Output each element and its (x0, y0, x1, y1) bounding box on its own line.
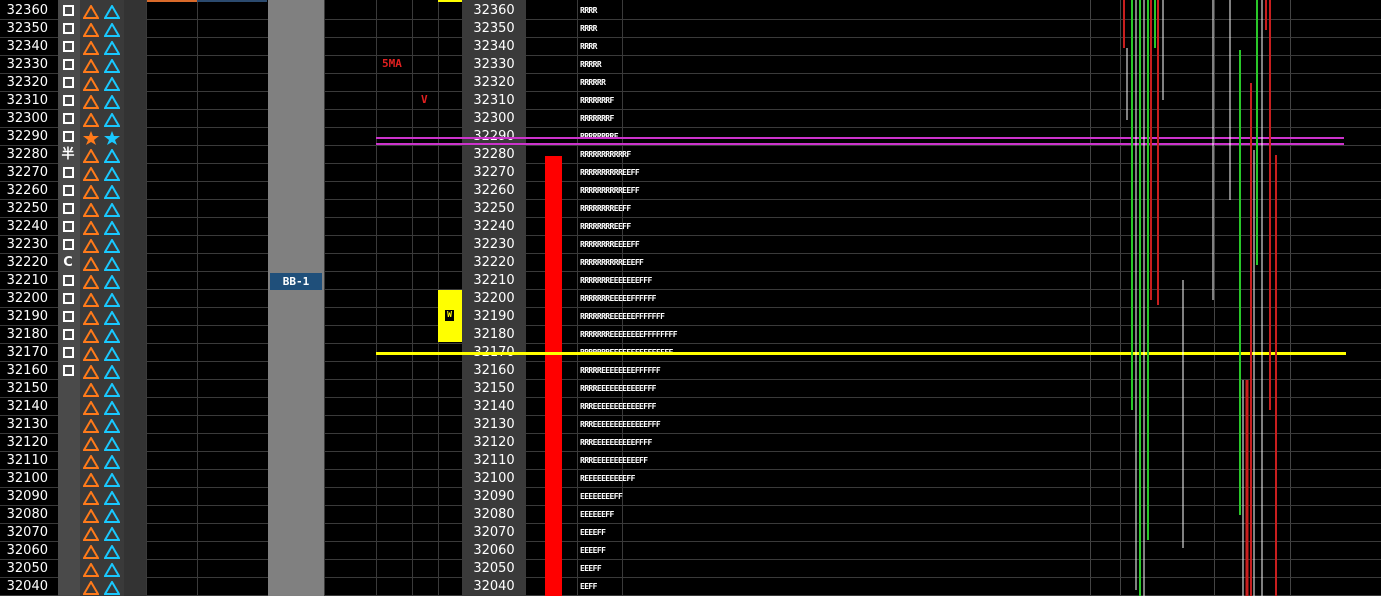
tick-lines-svg (1123, 0, 1277, 596)
